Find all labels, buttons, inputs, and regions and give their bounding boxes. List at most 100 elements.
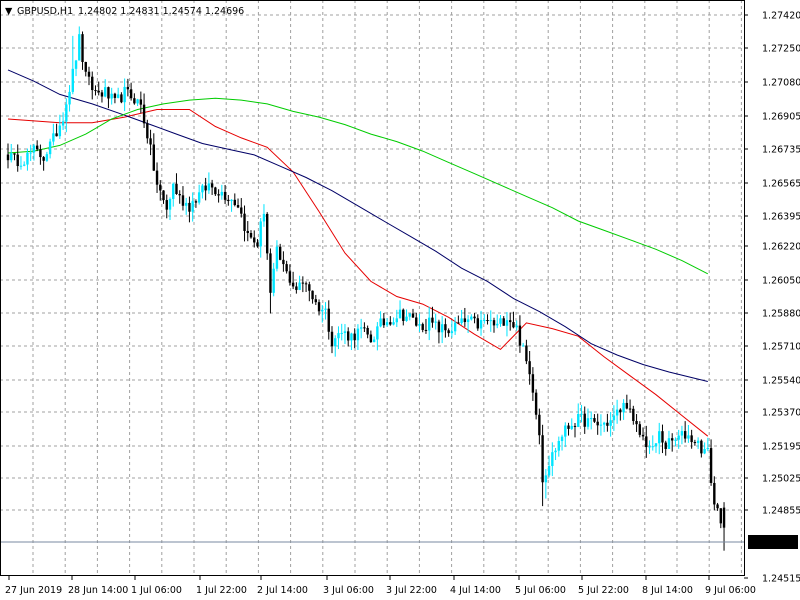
candle-body (347, 331, 350, 341)
candle (116, 87, 120, 99)
y-tick-label: 1.25370 (762, 408, 800, 419)
candle (421, 322, 424, 333)
candle-body (194, 201, 198, 203)
candle (288, 264, 292, 286)
x-tick-label: 5 Jul 22:00 (578, 585, 629, 596)
candle-body (42, 157, 45, 161)
candle-body (502, 318, 505, 326)
candle (23, 161, 26, 167)
candle (619, 408, 622, 421)
plot-frame (0, 0, 745, 576)
candle-body (645, 436, 648, 448)
candle-body (275, 246, 279, 269)
candle (395, 309, 398, 327)
candle-body (311, 290, 314, 300)
candle-body (259, 221, 262, 247)
candle (593, 414, 596, 423)
candle (55, 123, 58, 137)
candle (269, 248, 272, 314)
y-tick-label: 1.27250 (762, 44, 800, 55)
candle-body (690, 435, 693, 443)
candle-body (304, 283, 308, 285)
y-tick-label: 1.26565 (762, 179, 800, 190)
candle-body (590, 418, 593, 420)
candle-body (505, 320, 509, 326)
candle-body (350, 333, 353, 341)
candle (632, 405, 635, 425)
candle (509, 312, 512, 331)
candle (369, 330, 373, 343)
candle-body (599, 424, 603, 426)
candle (415, 312, 418, 327)
candle (671, 433, 674, 452)
candle (58, 114, 62, 140)
ma-line-green (7, 97, 709, 275)
candle (282, 251, 285, 272)
x-tick-label: 4 Jul 14:00 (450, 585, 501, 596)
candle-body (266, 213, 269, 254)
candle (719, 508, 722, 529)
candle-body (512, 322, 515, 328)
candle-body (324, 308, 327, 310)
candle-body (525, 345, 528, 362)
candle (722, 502, 726, 551)
candle-body (19, 165, 23, 167)
candle-body (648, 446, 651, 448)
candle-body (13, 153, 16, 155)
candle (188, 196, 191, 223)
candle-body (683, 431, 687, 439)
candle-body (619, 409, 622, 413)
candle-body (207, 183, 211, 191)
candle (470, 314, 473, 321)
candle (185, 197, 188, 215)
candle-body (278, 246, 282, 260)
candle (142, 93, 146, 128)
candle (340, 323, 343, 341)
candle-body (269, 253, 272, 293)
candle-body (359, 327, 363, 329)
candle (651, 435, 654, 451)
candle (178, 190, 181, 204)
candle-body (340, 332, 343, 334)
candle (473, 313, 476, 324)
candle (392, 317, 395, 326)
candle (71, 35, 74, 95)
candle (385, 318, 389, 327)
candle-body (372, 339, 376, 343)
candle (693, 439, 697, 446)
candle (6, 143, 10, 169)
candle-body (142, 104, 146, 124)
candle-body (431, 317, 434, 323)
candle (253, 230, 256, 248)
candle-body (330, 331, 334, 347)
x-tick-label: 9 Jul 06:00 (705, 585, 756, 596)
price-tag: 1.24696 (748, 535, 798, 549)
candle-body (450, 331, 454, 334)
candle-body (369, 334, 373, 343)
chart-menu-icon[interactable]: ▼ (5, 6, 13, 17)
candle (262, 204, 266, 227)
price-tag-label: 1.24696 (753, 538, 792, 549)
price-chart[interactable]: 1.27420 1.27250 1.27080 1.26905 1.26735 1.265… (0, 0, 800, 600)
candle-body (428, 317, 431, 331)
chart-header[interactable]: ▼ GBPUSD,H1 1.24802 1.24831 1.24574 1.24… (5, 6, 244, 17)
candle (703, 442, 706, 455)
candle (476, 314, 479, 331)
candle (233, 193, 236, 207)
candle-body (615, 409, 619, 416)
candle (74, 59, 78, 77)
candle (428, 306, 431, 341)
ohlc-readout: 1.24802 1.24831 1.24574 1.24696 (78, 6, 244, 17)
candle-body (411, 313, 415, 318)
candle-body (321, 309, 324, 312)
candle-body (301, 282, 305, 284)
candle-body (26, 152, 29, 165)
candle (521, 342, 525, 347)
candle-body (314, 299, 317, 303)
candle (418, 313, 421, 332)
candle-body (84, 62, 87, 72)
y-tick-label: 1.26050 (762, 276, 800, 287)
candle (661, 424, 664, 454)
candle-body (531, 374, 535, 393)
candle (194, 199, 198, 208)
